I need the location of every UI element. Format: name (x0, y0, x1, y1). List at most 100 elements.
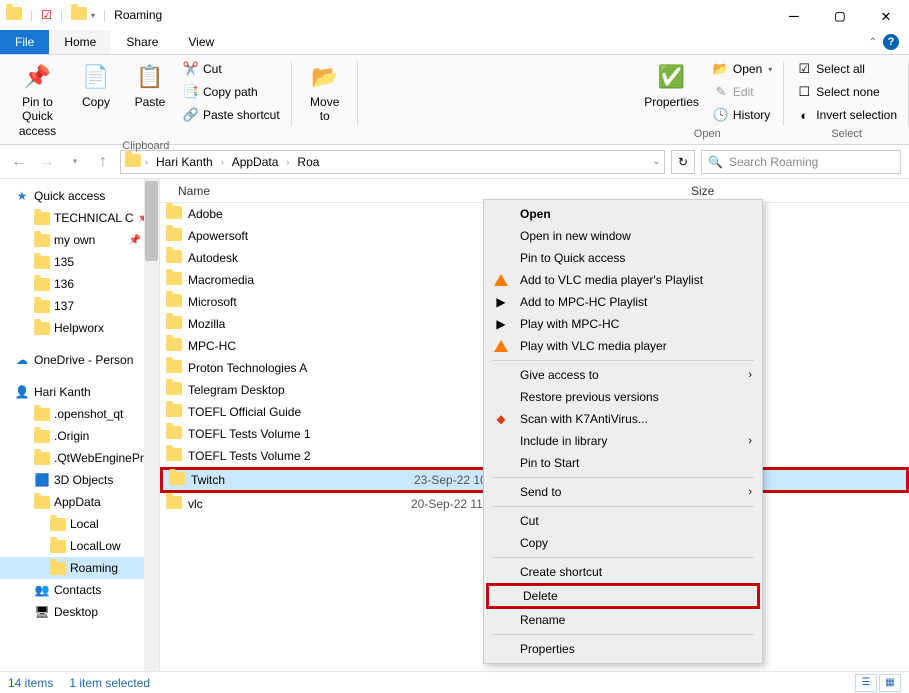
tree-contacts[interactable]: 👥Contacts (0, 579, 159, 601)
context-menu-item[interactable]: Open (486, 203, 760, 225)
tree-item[interactable]: 137 (0, 295, 159, 317)
context-menu-item[interactable]: Properties (486, 638, 760, 660)
file-name: Autodesk (188, 251, 238, 265)
view-icons-button[interactable]: ▦ (879, 674, 901, 692)
close-button[interactable]: ✕ (863, 0, 909, 30)
collapse-ribbon-icon[interactable]: ⌃ (869, 37, 877, 48)
col-name[interactable]: Name (160, 184, 405, 198)
address-bar[interactable]: › Hari Kanth › AppData › Roa ⌄ (120, 150, 665, 174)
tree-item[interactable]: Roaming (0, 557, 159, 579)
user-folder[interactable]: 👤Hari Kanth (0, 381, 159, 403)
paste-shortcut-button[interactable]: 🔗Paste shortcut (179, 105, 284, 125)
context-menu-item[interactable]: Pin to Start (486, 452, 760, 474)
select-none-button[interactable]: ☐Select none (792, 82, 901, 102)
back-button[interactable]: ← (8, 151, 30, 173)
forward-button[interactable]: → (36, 151, 58, 173)
menu-item-label: Give access to (520, 368, 599, 382)
minimize-button[interactable]: — (771, 0, 817, 30)
tree-item[interactable]: 135 (0, 251, 159, 273)
recent-dropdown[interactable]: ▾ (64, 151, 86, 173)
tree-desktop[interactable]: 🖥Desktop (0, 601, 159, 623)
properties-button[interactable]: ✅ Properties (638, 59, 705, 111)
tree-item[interactable]: Helpworx (0, 317, 159, 339)
context-menu-item[interactable]: Send to› (486, 481, 760, 503)
tree-item[interactable]: LocalLow (0, 535, 159, 557)
shortcut-icon: 🔗 (183, 107, 199, 123)
help-icon[interactable]: ? (883, 34, 899, 50)
tab-view[interactable]: View (173, 30, 229, 54)
file-list[interactable]: Name Size AdobeolderApowersoftolderAutod… (160, 179, 909, 671)
scissors-icon: ✂️ (183, 61, 199, 77)
vlc-icon (492, 337, 510, 355)
context-menu-item[interactable]: Pin to Quick access (486, 247, 760, 269)
copy-path-button[interactable]: 📑Copy path (179, 82, 284, 102)
tree-item[interactable]: 🟦3D Objects (0, 469, 159, 491)
context-menu-item[interactable]: ▶Play with MPC-HC (486, 313, 760, 335)
history-button[interactable]: 🕓History (709, 105, 776, 125)
menu-item-label: Add to VLC media player's Playlist (520, 273, 703, 287)
mpc-icon: ▶ (492, 315, 510, 333)
desktop-icon: 🖥 (34, 604, 50, 620)
cut-button[interactable]: ✂️Cut (179, 59, 284, 79)
context-menu: Open Open in new window Pin to Quick acces… (483, 199, 763, 664)
context-menu-item[interactable]: Copy (486, 532, 760, 554)
context-menu-item[interactable]: Add to VLC media player's Playlist (486, 269, 760, 291)
maximize-button[interactable]: ▢ (817, 0, 863, 30)
tree-item[interactable]: my own📌 (0, 229, 159, 251)
tree-item[interactable]: AppData (0, 491, 159, 513)
context-menu-item[interactable]: Give access to› (486, 364, 760, 386)
context-menu-item[interactable]: Create shortcut (486, 561, 760, 583)
context-menu-item[interactable]: ◆Scan with K7AntiVirus... (486, 408, 760, 430)
context-menu-item[interactable]: Delete (486, 583, 760, 609)
up-button[interactable]: ↑ (92, 151, 114, 173)
invert-selection-button[interactable]: ◐Invert selection (792, 105, 901, 125)
tree-scrollbar[interactable] (144, 179, 159, 671)
menu-item-label: Copy (520, 536, 548, 550)
context-menu-item[interactable]: ▶Add to MPC-HC Playlist (486, 291, 760, 313)
address-dropdown-icon[interactable]: ⌄ (652, 156, 660, 167)
breadcrumb[interactable]: AppData (228, 153, 283, 171)
quick-access[interactable]: ★Quick access (0, 185, 159, 207)
context-menu-item[interactable]: Rename (486, 609, 760, 631)
folder-icon (166, 496, 182, 512)
context-menu-item[interactable]: Play with VLC media player (486, 335, 760, 357)
move-to-button[interactable]: 📂 Move to (300, 59, 350, 126)
tree-item[interactable]: .QtWebEnginePr (0, 447, 159, 469)
folder-icon (166, 360, 182, 376)
view-details-button[interactable]: ☰ (855, 674, 877, 692)
open-button[interactable]: 📂Open▾ (709, 59, 776, 79)
pin-to-quick-access-button[interactable]: 📌 Pin to Quick access (8, 59, 67, 140)
copy-button[interactable]: 📄 Copy (71, 59, 121, 111)
edit-button[interactable]: ✎Edit (709, 82, 776, 102)
select-all-icon: ☑ (796, 61, 812, 77)
qat-dropdown-icon[interactable]: ▾ (91, 11, 95, 20)
nav-tree[interactable]: ★Quick access TECHNICAL C📌my own📌1351361… (0, 179, 160, 671)
context-menu-item[interactable]: Restore previous versions (486, 386, 760, 408)
submenu-arrow-icon: › (748, 435, 752, 447)
tab-file[interactable]: File (0, 30, 49, 54)
folder-icon (169, 472, 185, 488)
select-all-button[interactable]: ☑Select all (792, 59, 901, 79)
tree-item[interactable]: Local (0, 513, 159, 535)
onedrive[interactable]: ☁OneDrive - Person (0, 349, 159, 371)
menu-item-label: Open in new window (520, 229, 631, 243)
breadcrumb[interactable]: Roa (293, 153, 323, 171)
tree-item[interactable]: 136 (0, 273, 159, 295)
context-menu-item[interactable]: Cut (486, 510, 760, 532)
context-menu-item[interactable]: Open in new window (486, 225, 760, 247)
search-input[interactable]: 🔍 Search Roaming (701, 150, 901, 174)
tab-home[interactable]: Home (49, 30, 111, 54)
tree-item[interactable]: TECHNICAL C📌 (0, 207, 159, 229)
qat-checkbox-icon[interactable]: ☑ (41, 8, 52, 22)
col-size[interactable]: Size (685, 184, 785, 198)
folder-icon (166, 316, 182, 332)
tree-item[interactable]: .Origin (0, 425, 159, 447)
folder-icon (166, 294, 182, 310)
context-menu-item[interactable]: Include in library› (486, 430, 760, 452)
tree-item[interactable]: .openshot_qt (0, 403, 159, 425)
paste-button[interactable]: 📋 Paste (125, 59, 175, 111)
tab-share[interactable]: Share (111, 30, 173, 54)
refresh-button[interactable]: ↻ (671, 150, 695, 174)
breadcrumb[interactable]: Hari Kanth (152, 153, 217, 171)
folder-icon (34, 254, 50, 270)
